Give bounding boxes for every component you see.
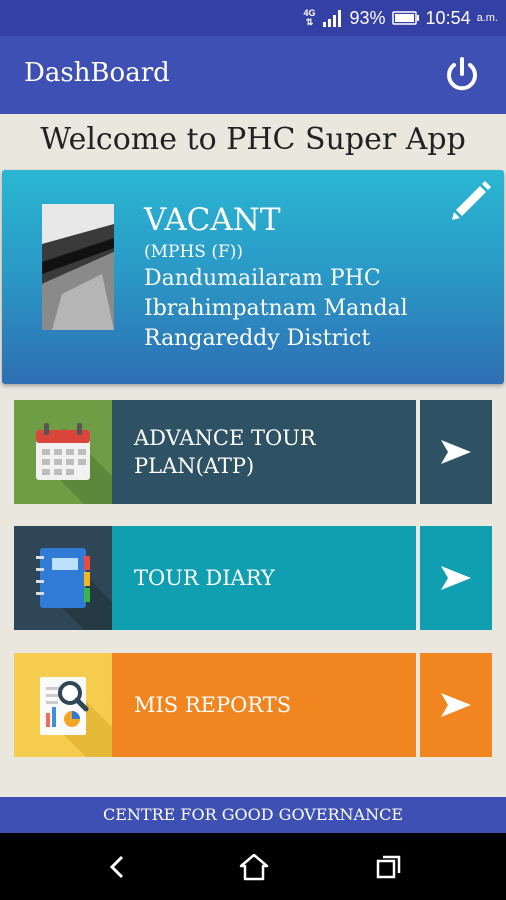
app-bar: DashBoard <box>0 36 506 114</box>
profile-phc: Dandumailaram PHC <box>144 266 381 291</box>
battery-icon <box>391 11 419 25</box>
profile-designation: (MPHS (F)) <box>144 242 244 262</box>
network-icon: 4G ⇅ <box>303 8 316 27</box>
edit-icon[interactable] <box>448 176 494 222</box>
menu-item-tour-diary[interactable]: TOUR DIARY <box>14 526 492 630</box>
arrow-right-icon[interactable] <box>420 526 492 630</box>
report-search-icon <box>14 653 112 757</box>
menu-item-atp[interactable]: ADVANCE TOUR PLAN(ATP) <box>14 400 492 504</box>
arrow-right-icon[interactable] <box>420 653 492 757</box>
app-title: DashBoard <box>24 58 170 88</box>
clock: 10:54 <box>425 7 471 28</box>
profile-mandal: Ibrahimpatnam Mandal <box>144 296 408 321</box>
back-icon[interactable] <box>102 851 134 883</box>
menu-item-mis-reports[interactable]: MIS REPORTS <box>14 653 492 757</box>
power-icon[interactable] <box>443 56 481 94</box>
home-icon[interactable] <box>238 851 270 883</box>
calendar-icon <box>14 400 112 504</box>
footer-credit: CENTRE FOR GOOD GOVERNANCE <box>0 797 506 833</box>
menu-item-label: ADVANCE TOUR PLAN(ATP) <box>112 400 416 504</box>
welcome-heading: Welcome to PHC Super App <box>40 122 466 157</box>
profile-card: VACANT (MPHS (F)) Dandumailaram PHC Ibra… <box>2 170 504 384</box>
arrow-right-icon[interactable] <box>420 400 492 504</box>
battery-percent: 93% <box>349 7 386 28</box>
system-nav-bar <box>0 833 506 900</box>
signal-icon <box>322 10 341 27</box>
clock-ampm: a.m. <box>476 12 498 24</box>
profile-district: Rangareddy District <box>144 326 371 351</box>
status-bar: 4G ⇅ 93% 10:54 a.m. <box>0 0 506 36</box>
recent-apps-icon[interactable] <box>373 851 405 883</box>
profile-name: VACANT <box>144 202 281 238</box>
notebook-icon <box>14 526 112 630</box>
menu-item-label: MIS REPORTS <box>112 653 416 757</box>
menu-item-label: TOUR DIARY <box>112 526 416 630</box>
profile-photo[interactable] <box>42 204 114 330</box>
